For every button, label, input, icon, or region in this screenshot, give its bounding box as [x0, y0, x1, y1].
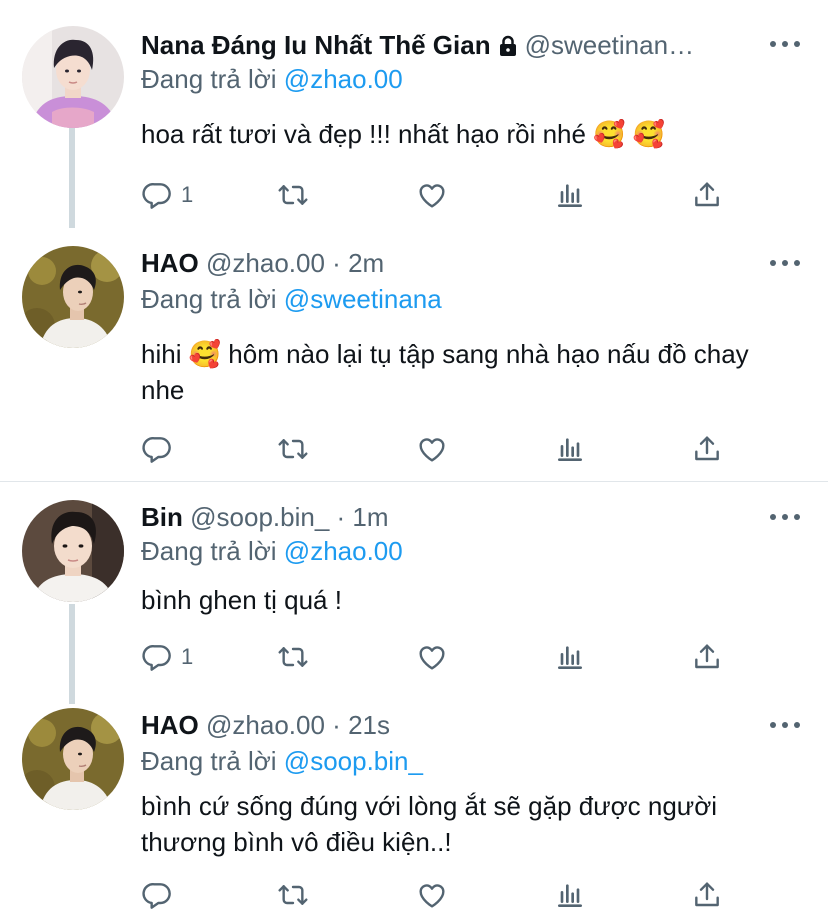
tweet-header: Bin @soop.bin_ · 1m: [141, 500, 758, 534]
avatar[interactable]: [22, 26, 124, 128]
analytics-button[interactable]: [554, 432, 586, 466]
tweet-text: bình ghen tị quá !: [141, 585, 342, 615]
analytics-button[interactable]: [554, 878, 586, 912]
like-button[interactable]: [416, 178, 448, 212]
like-icon: [416, 179, 448, 211]
display-name[interactable]: Nana Đáng Iu Nhất Thế Gian: [141, 30, 491, 60]
retweet-button[interactable]: [277, 178, 309, 212]
user-handle[interactable]: @soop.bin_: [190, 502, 329, 532]
replying-to: Đang trả lời @zhao.00: [141, 62, 403, 96]
mention-link[interactable]: @zhao.00: [284, 64, 403, 94]
tweet-text: hoa rất tươi và đẹp !!! nhất hạo rồi nhé…: [141, 119, 666, 149]
like-button[interactable]: [416, 878, 448, 912]
avatar[interactable]: [22, 500, 124, 602]
tweet-header: Nana Đáng Iu Nhất Thế Gian @sweetinan…: [141, 28, 758, 62]
analytics-icon: [554, 179, 586, 211]
share-icon: [691, 433, 723, 465]
tweet-actions: [141, 432, 741, 466]
replying-to: Đang trả lời @soop.bin_: [141, 744, 423, 778]
share-button[interactable]: [691, 878, 723, 912]
more-icon[interactable]: [770, 258, 800, 268]
share-icon: [691, 179, 723, 211]
retweet-button[interactable]: [277, 878, 309, 912]
analytics-icon: [554, 641, 586, 673]
tweet[interactable]: Bin @soop.bin_ · 1m Đang trả lời @zhao.0…: [0, 482, 828, 692]
reply-icon: [141, 879, 173, 911]
like-icon: [416, 641, 448, 673]
avatar-person-white-shirt-icon: [22, 708, 124, 810]
share-button[interactable]: [691, 178, 723, 212]
retweet-button[interactable]: [277, 432, 309, 466]
reply-button[interactable]: 1: [141, 640, 193, 674]
tweet[interactable]: HAO @zhao.00 · 21s Đang trả lời @soop.bi…: [0, 692, 828, 924]
avatar-person-selfie-icon: [22, 500, 124, 602]
tweet-header: HAO @zhao.00 · 2m: [141, 246, 758, 280]
share-icon: [691, 641, 723, 673]
more-icon[interactable]: [770, 39, 800, 49]
display-name[interactable]: HAO: [141, 710, 199, 740]
tweet[interactable]: HAO @zhao.00 · 2m Đang trả lời @sweetina…: [0, 230, 828, 480]
mention-link[interactable]: @soop.bin_: [284, 746, 423, 776]
like-icon: [416, 433, 448, 465]
reply-icon: [141, 179, 173, 211]
retweet-icon: [277, 433, 309, 465]
reply-icon: [141, 433, 173, 465]
display-name[interactable]: Bin: [141, 502, 183, 532]
display-name[interactable]: HAO: [141, 248, 199, 278]
replying-to-label: Đang trả lời: [141, 64, 277, 94]
replying-to-label: Đang trả lời: [141, 536, 277, 566]
mention-link[interactable]: @sweetinana: [284, 284, 442, 314]
replying-to-label: Đang trả lời: [141, 746, 277, 776]
share-button[interactable]: [691, 432, 723, 466]
like-button[interactable]: [416, 432, 448, 466]
user-handle[interactable]: @sweetinan…: [525, 30, 694, 60]
separator-dot: ·: [336, 502, 346, 532]
avatar-person-white-shirt-icon: [22, 246, 124, 348]
tweet-header: HAO @zhao.00 · 21s: [141, 708, 758, 742]
retweet-icon: [277, 641, 309, 673]
analytics-button[interactable]: [554, 640, 586, 674]
retweet-icon: [277, 879, 309, 911]
share-icon: [691, 879, 723, 911]
like-button[interactable]: [416, 640, 448, 674]
avatar-person-purple-shirt-icon: [22, 26, 124, 128]
tweet-actions: 1: [141, 178, 741, 212]
tweet-actions: 1: [141, 640, 741, 674]
replying-to: Đang trả lời @zhao.00: [141, 534, 403, 568]
reply-button[interactable]: [141, 432, 181, 466]
reply-count: 1: [181, 182, 194, 207]
reply-icon: [141, 641, 173, 673]
reply-button[interactable]: [141, 878, 181, 912]
analytics-icon: [554, 433, 586, 465]
avatar[interactable]: [22, 708, 124, 810]
tweet[interactable]: Nana Đáng Iu Nhất Thế Gian @sweetinan… Đa…: [0, 0, 828, 230]
reply-button[interactable]: 1: [141, 178, 193, 212]
separator-dot: ·: [332, 248, 341, 278]
separator-dot: ·: [332, 710, 341, 740]
share-button[interactable]: [691, 640, 723, 674]
reply-count: 1: [181, 644, 194, 669]
tweet-actions: [141, 878, 741, 912]
timestamp[interactable]: 1m: [352, 502, 388, 532]
tweet-text: bình cứ sống đúng với lòng ắt sẽ gặp đượ…: [141, 791, 718, 857]
retweet-icon: [277, 179, 309, 211]
timestamp[interactable]: 2m: [348, 248, 384, 278]
user-handle[interactable]: @zhao.00: [206, 248, 325, 278]
retweet-button[interactable]: [277, 640, 309, 674]
mention-link[interactable]: @zhao.00: [284, 536, 403, 566]
timestamp[interactable]: 21s: [348, 710, 390, 740]
replying-to-label: Đang trả lời: [141, 284, 277, 314]
like-icon: [416, 879, 448, 911]
user-handle[interactable]: @zhao.00: [206, 710, 325, 740]
tweet-text: hihi 🥰 hôm nào lại tụ tập sang nhà hạo n…: [141, 339, 749, 405]
more-icon[interactable]: [770, 512, 800, 522]
avatar[interactable]: [22, 246, 124, 348]
replying-to: Đang trả lời @sweetinana: [141, 282, 442, 316]
analytics-icon: [554, 879, 586, 911]
more-icon[interactable]: [770, 720, 800, 730]
analytics-button[interactable]: [554, 178, 586, 212]
lock-icon: [497, 31, 519, 62]
